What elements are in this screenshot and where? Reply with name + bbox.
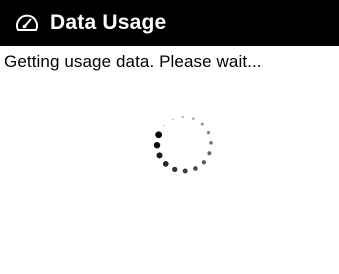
spinner-dot <box>153 141 161 149</box>
spinner-dot <box>171 118 174 121</box>
spinner-dot <box>191 117 195 120</box>
title-bar: Data Usage <box>0 0 339 46</box>
spinner-dot <box>201 160 207 165</box>
spinner-dot <box>172 166 178 173</box>
speedometer-icon <box>14 10 40 36</box>
spinner-dot <box>155 131 163 139</box>
spinner-dot <box>193 166 198 171</box>
loading-status-message: Getting usage data. Please wait... <box>4 52 262 71</box>
spinner-dot <box>206 130 211 135</box>
spinner-dot <box>209 141 213 145</box>
spinner-dot <box>162 161 169 167</box>
spinner-dot <box>181 115 184 119</box>
spinner-dot <box>200 122 204 126</box>
spinner-dot <box>156 152 163 159</box>
spinner-dot <box>163 125 165 127</box>
page-title: Data Usage <box>50 11 167 34</box>
spinner-dot <box>182 168 188 174</box>
loading-spinner-icon <box>153 115 213 174</box>
spinner-dot <box>207 151 212 156</box>
